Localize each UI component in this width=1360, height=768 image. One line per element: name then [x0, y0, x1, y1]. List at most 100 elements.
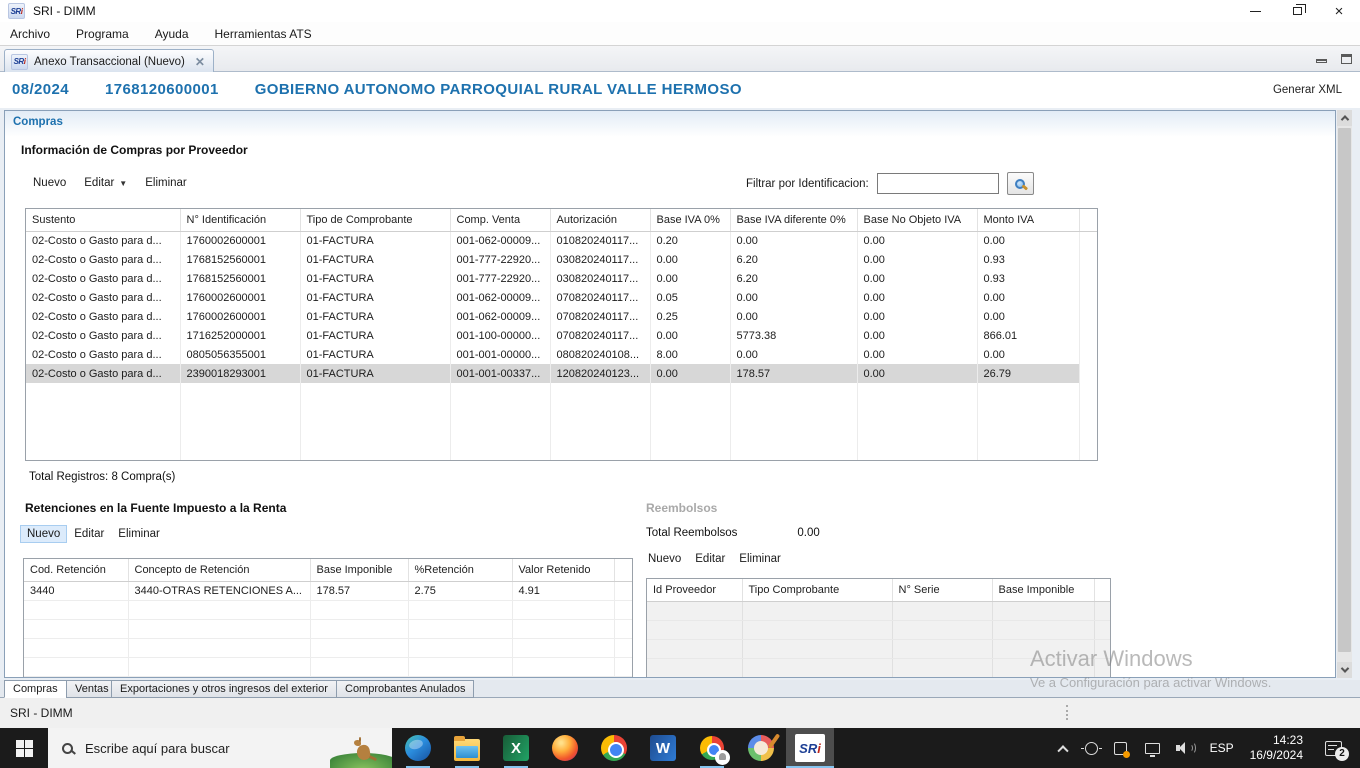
column-header[interactable]: Base IVA diferente 0%	[730, 209, 857, 231]
column-header[interactable]: Valor Retenido	[512, 559, 614, 581]
search-placeholder: Escribe aquí para buscar	[85, 741, 230, 756]
column-header[interactable]: N° Serie	[892, 579, 992, 601]
scroll-down-button[interactable]	[1337, 662, 1352, 678]
column-header[interactable]: %Retención	[408, 559, 512, 581]
tab-close-icon[interactable]: ✕	[195, 55, 205, 69]
table-cell: 0.93	[977, 269, 1079, 288]
table-cell: 01-FACTURA	[300, 345, 450, 364]
tray-expand-button[interactable]	[1059, 744, 1067, 752]
column-header[interactable]: Id Proveedor	[647, 579, 742, 601]
tray-sync-icon[interactable]	[1114, 742, 1127, 755]
tray-cast-icon[interactable]	[1085, 742, 1098, 755]
scroll-thumb[interactable]	[1338, 128, 1351, 652]
taskbar-search[interactable]: Escribe aquí para buscar	[48, 728, 392, 768]
table-cell	[512, 657, 614, 676]
tray-network-icon[interactable]	[1145, 743, 1160, 754]
reembolsos-nuevo-button[interactable]: Nuevo	[648, 553, 681, 565]
eliminar-button[interactable]: Eliminar	[145, 177, 187, 189]
table-cell	[408, 638, 512, 657]
retenciones-editar-button[interactable]: Editar	[74, 528, 104, 540]
column-header[interactable]: Sustento	[26, 209, 180, 231]
filter-label: Filtrar por Identificacion:	[746, 178, 869, 190]
menu-item-archivo[interactable]: Archivo	[10, 27, 50, 41]
start-button[interactable]	[0, 728, 48, 768]
taskbar-icon-excel[interactable]: X	[492, 728, 540, 768]
scroll-column	[1079, 364, 1098, 383]
minimize-button[interactable]	[1234, 0, 1276, 22]
taskbar-icon-paint[interactable]	[737, 728, 785, 768]
table-row[interactable]: 02-Costo o Gasto para d...08050563550010…	[26, 345, 1098, 364]
table-row[interactable]: 34403440-OTRAS RETENCIONES A...178.572.7…	[24, 581, 633, 600]
reembolsos-toolbar: Nuevo Editar Eliminar	[648, 553, 781, 565]
menu-item-programa[interactable]: Programa	[76, 27, 129, 41]
scroll-up-button[interactable]	[1337, 110, 1352, 126]
close-button[interactable]: ×	[1318, 0, 1360, 22]
retenciones-toolbar: Nuevo Editar Eliminar	[27, 528, 160, 540]
editar-button[interactable]: Editar▼	[84, 177, 127, 189]
clock-time: 14:23	[1250, 733, 1303, 748]
main-scrollbar[interactable]	[1337, 110, 1352, 678]
bottom-tab-exportaciones[interactable]: Exportaciones y otros ingresos del exter…	[111, 680, 337, 698]
table-row[interactable]: 02-Costo o Gasto para d...17600026000010…	[26, 307, 1098, 326]
table-cell: 001-001-00337...	[450, 364, 550, 383]
retenciones-nuevo-button[interactable]: Nuevo	[20, 525, 67, 543]
tab-anexo-transaccional[interactable]: SRi Anexo Transaccional (Nuevo) ✕	[4, 49, 214, 73]
filter-search-button[interactable]	[1007, 172, 1034, 195]
column-header[interactable]: Autorización	[550, 209, 650, 231]
column-header[interactable]: Concepto de Retención	[128, 559, 310, 581]
table-row[interactable]: 02-Costo o Gasto para d...17600026000010…	[26, 231, 1098, 250]
menu-item-ayuda[interactable]: Ayuda	[155, 27, 189, 41]
language-indicator[interactable]: ESP	[1210, 741, 1234, 755]
retenciones-eliminar-button[interactable]: Eliminar	[118, 528, 160, 540]
filter-input[interactable]	[877, 173, 999, 194]
taskbar-clock[interactable]: 14:23 16/9/2024	[1250, 733, 1303, 763]
bottom-tab-comprobantes-anulados[interactable]: Comprobantes Anulados	[336, 680, 474, 698]
table-row	[24, 619, 633, 638]
taskbar-icon-chrome-profile[interactable]	[688, 728, 736, 768]
column-header[interactable]: Tipo de Comprobante	[300, 209, 450, 231]
column-header[interactable]: Tipo Comprobante	[742, 579, 892, 601]
table-cell	[24, 619, 128, 638]
column-header[interactable]: Base No Objeto IVA	[857, 209, 977, 231]
table-row[interactable]: 02-Costo o Gasto para d...17600026000010…	[26, 288, 1098, 307]
view-minimize-icon[interactable]	[1316, 59, 1327, 63]
table-row[interactable]: 02-Costo o Gasto para d...17162520000010…	[26, 326, 1098, 345]
column-header[interactable]: Base Imponible	[992, 579, 1094, 601]
nuevo-button[interactable]: Nuevo	[33, 177, 66, 189]
restore-button[interactable]	[1276, 0, 1318, 22]
taskbar-icon-explorer[interactable]	[443, 728, 491, 768]
table-cell: 0.00	[857, 250, 977, 269]
tray-volume-icon[interactable]	[1176, 741, 1194, 755]
compras-panel: Compras Información de Compras por Prove…	[4, 110, 1336, 678]
reembolsos-eliminar-button[interactable]: Eliminar	[739, 553, 781, 565]
view-maximize-icon[interactable]	[1341, 54, 1352, 64]
table-cell: 1716252000001	[180, 326, 300, 345]
column-header[interactable]: Comp. Venta	[450, 209, 550, 231]
column-header[interactable]: Base Imponible	[310, 559, 408, 581]
table-cell: 0.00	[730, 345, 857, 364]
table-cell: 02-Costo o Gasto para d...	[26, 364, 180, 383]
column-header[interactable]: Cod. Retención	[24, 559, 128, 581]
table-cell	[892, 601, 992, 620]
table-cell: 1760002600001	[180, 288, 300, 307]
taskbar-icon-sri[interactable]: SRi	[786, 728, 834, 768]
bottom-tab-ventas[interactable]: Ventas	[66, 680, 118, 698]
taskbar-icon-word[interactable]: W	[639, 728, 687, 768]
column-header[interactable]: Monto IVA	[977, 209, 1079, 231]
statusbar-grip-handle[interactable]	[1066, 705, 1068, 720]
table-cell: 001-062-00009...	[450, 307, 550, 326]
reembolsos-editar-button[interactable]: Editar	[695, 553, 725, 565]
column-header[interactable]: N° Identificación	[180, 209, 300, 231]
taskbar-icon-chrome[interactable]	[590, 728, 638, 768]
table-row[interactable]: 02-Costo o Gasto para d...17681525600010…	[26, 250, 1098, 269]
table-cell: 0.00	[730, 231, 857, 250]
table-row[interactable]: 02-Costo o Gasto para d...17681525600010…	[26, 269, 1098, 288]
taskbar-icon-firefox[interactable]	[541, 728, 589, 768]
generar-xml-button[interactable]: Generar XML	[1273, 84, 1342, 96]
notification-button[interactable]: 2	[1325, 741, 1342, 756]
bottom-tab-compras[interactable]: Compras	[4, 680, 67, 698]
menu-item-herramientas-ats[interactable]: Herramientas ATS	[215, 27, 312, 41]
column-header[interactable]: Base IVA 0%	[650, 209, 730, 231]
taskbar-icon-edge[interactable]	[394, 728, 442, 768]
table-cell	[730, 383, 857, 460]
